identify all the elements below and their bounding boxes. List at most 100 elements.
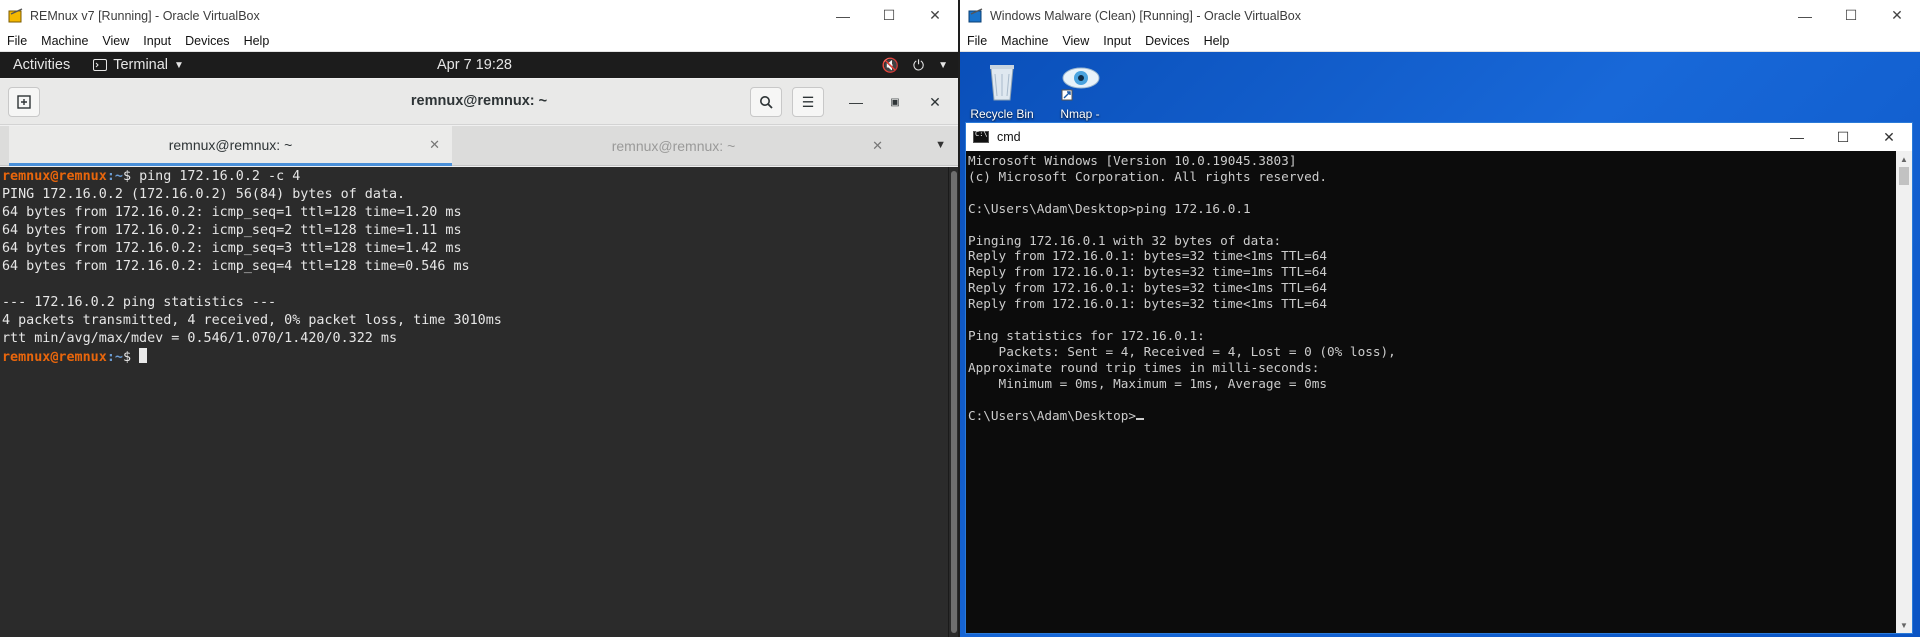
menu-help[interactable]: Help	[1197, 34, 1237, 48]
cmd-line	[968, 312, 1894, 328]
hamburger-icon: ☰	[801, 93, 815, 110]
search-icon	[760, 96, 773, 109]
menu-file[interactable]: File	[0, 34, 34, 48]
cmd-line: Packets: Sent = 4, Received = 4, Lost = …	[968, 343, 1396, 359]
menu-view[interactable]: View	[95, 34, 136, 48]
terminal-tabbar: remnux@remnux: ~ ✕ remnux@remnux: ~ ✕ ▼	[0, 126, 958, 166]
caret-down-icon: ▼	[174, 59, 184, 71]
desktop-icon-label: Recycle Bin	[970, 107, 1034, 121]
search-button[interactable]	[750, 87, 782, 117]
cmd-line: Minimum = 0ms, Maximum = 1ms, Average = …	[968, 375, 1328, 391]
cmd-line: Approximate round trip times in milli-se…	[968, 359, 1320, 375]
menu-help[interactable]: Help	[237, 34, 277, 48]
terminal-line: 64 bytes from 172.16.0.2: icmp_seq=4 ttl…	[2, 259, 470, 274]
close-tab-icon[interactable]: ✕	[872, 138, 883, 154]
terminal-output[interactable]: remnux@remnux:~$ ping 172.16.0.2 -c 4 PIN…	[0, 167, 948, 637]
cmd-scrollbar[interactable]: ▲ ▼	[1896, 151, 1912, 633]
terminal-line: PING 172.16.0.2 (172.16.0.2) 56(84) byte…	[2, 187, 406, 202]
close-icon[interactable]: ✕	[1874, 0, 1920, 31]
maximize-icon[interactable]: ☐	[1820, 129, 1866, 146]
gnome-top-bar: Activities Terminal ▼ Apr 7 19:28 🔇 ⏻ ▼	[0, 52, 958, 78]
minimize-icon[interactable]: —	[1774, 129, 1820, 145]
scrollbar-thumb[interactable]	[1899, 167, 1909, 185]
close-button[interactable]: ✕	[919, 87, 951, 117]
tabs-menu-icon[interactable]: ▼	[935, 139, 946, 151]
cmd-line: C:\Users\Adam\Desktop>	[968, 408, 1894, 424]
virtualbox-icon	[8, 7, 23, 22]
cmd-line: (c) Microsoft Corporation. All rights re…	[968, 168, 1328, 184]
minimize-icon[interactable]: —	[820, 0, 866, 31]
terminal-line: 64 bytes from 172.16.0.2: icmp_seq=2 ttl…	[2, 223, 462, 238]
cmd-line: C:\Users\Adam\Desktop>ping 172.16.0.1	[968, 200, 1251, 216]
terminal-scrollbar[interactable]	[948, 167, 958, 637]
terminal-line: remnux@remnux:~$ ping 172.16.0.2 -c 4	[2, 169, 301, 184]
clock[interactable]: Apr 7 19:28	[437, 57, 512, 73]
app-menu-label: Terminal	[113, 57, 169, 73]
desktop-icon-nmap[interactable]: Nmap -	[1045, 60, 1115, 121]
cmd-output[interactable]: Microsoft Windows [Version 10.0.19045.38…	[966, 151, 1896, 633]
close-icon[interactable]: ✕	[912, 0, 958, 31]
desktop-icon-label: Nmap -	[1060, 107, 1100, 121]
scroll-up-icon[interactable]: ▲	[1896, 151, 1912, 167]
terminal-tab-1[interactable]: remnux@remnux: ~ ✕	[9, 126, 452, 166]
terminal-line: 4 packets transmitted, 4 received, 0% pa…	[2, 313, 502, 328]
scroll-down-icon[interactable]: ▼	[1896, 617, 1912, 633]
cmd-line: Reply from 172.16.0.1: bytes=32 time=1ms…	[968, 264, 1328, 280]
virtualbox-icon	[968, 7, 983, 22]
cmd-line: Pinging 172.16.0.1 with 32 bytes of data…	[968, 232, 1282, 248]
menu-devices[interactable]: Devices	[1138, 34, 1196, 48]
nmap-eye-icon	[1061, 67, 1100, 101]
menu-devices[interactable]: Devices	[178, 34, 236, 48]
cmd-line	[968, 217, 1894, 233]
vm-title: REMnux v7 [Running] - Oracle VirtualBox	[30, 8, 260, 23]
maximize-icon[interactable]: ☐	[866, 0, 912, 31]
cmd-line	[968, 392, 1894, 408]
cmd-line: Reply from 172.16.0.1: bytes=32 time<1ms…	[968, 280, 1328, 296]
terminal-line: rtt min/avg/max/mdev = 0.546/1.070/1.420…	[2, 331, 398, 346]
system-menu[interactable]: 🔇 ⏻ ▼	[882, 57, 948, 74]
menu-machine[interactable]: Machine	[34, 34, 95, 48]
vm-menubar: File Machine View Input Devices Help	[0, 31, 958, 52]
cmd-line: Microsoft Windows [Version 10.0.19045.38…	[968, 153, 1297, 168]
scrollbar-thumb[interactable]	[951, 171, 957, 633]
cmd-line: Reply from 172.16.0.1: bytes=32 time<1ms…	[968, 296, 1328, 312]
cmd-title: cmd	[997, 130, 1021, 144]
menu-input[interactable]: Input	[1096, 34, 1138, 48]
vm-title: Windows Malware (Clean) [Running] - Orac…	[990, 8, 1301, 23]
vm-menubar: File Machine View Input Devices Help	[960, 31, 1920, 52]
terminal-line: 64 bytes from 172.16.0.2: icmp_seq=1 ttl…	[2, 205, 462, 220]
minimize-icon: —	[849, 94, 863, 110]
app-menu-button[interactable]: Terminal ▼	[83, 57, 184, 73]
menu-view[interactable]: View	[1055, 34, 1096, 48]
vm-titlebar[interactable]: REMnux v7 [Running] - Oracle VirtualBox …	[0, 0, 958, 31]
close-icon: ✕	[929, 93, 941, 110]
minimize-button[interactable]: —	[840, 87, 872, 117]
windows-desktop[interactable]: Recycle Bin Nmap - cmd — ☐ ✕ Microsoft W…	[960, 52, 1920, 637]
menu-input[interactable]: Input	[136, 34, 178, 48]
maximize-button[interactable]: ▣	[879, 87, 911, 117]
remnux-vm-window[interactable]: REMnux v7 [Running] - Oracle VirtualBox …	[0, 0, 958, 637]
caret-down-icon: ▼	[938, 59, 948, 71]
activities-button[interactable]: Activities	[0, 57, 83, 73]
vm-titlebar[interactable]: Windows Malware (Clean) [Running] - Orac…	[960, 0, 1920, 31]
menu-file[interactable]: File	[960, 34, 994, 48]
maximize-icon[interactable]: ☐	[1828, 0, 1874, 31]
terminal-tab-2[interactable]: remnux@remnux: ~ ✕	[452, 126, 895, 166]
menu-machine[interactable]: Machine	[994, 34, 1055, 48]
recycle-bin-icon	[990, 65, 1014, 101]
cmd-titlebar[interactable]: cmd — ☐ ✕	[966, 123, 1912, 151]
hamburger-menu-button[interactable]: ☰	[792, 87, 824, 117]
cmd-line	[968, 185, 1894, 201]
close-icon[interactable]: ✕	[1866, 129, 1912, 146]
windows-vm-window[interactable]: Windows Malware (Clean) [Running] - Orac…	[960, 0, 1920, 637]
cmd-line: Reply from 172.16.0.1: bytes=32 time<1ms…	[968, 248, 1328, 264]
minimize-icon[interactable]: —	[1782, 0, 1828, 31]
tab-label: remnux@remnux: ~	[611, 138, 736, 154]
cmd-line: Ping statistics for 172.16.0.1:	[968, 327, 1205, 343]
close-tab-icon[interactable]: ✕	[429, 137, 440, 153]
tab-label: remnux@remnux: ~	[168, 136, 293, 153]
cmd-window[interactable]: cmd — ☐ ✕ Microsoft Windows [Version 10.…	[965, 122, 1913, 634]
desktop-icon-recycle-bin[interactable]: Recycle Bin	[967, 60, 1037, 121]
cmd-icon	[973, 130, 989, 143]
